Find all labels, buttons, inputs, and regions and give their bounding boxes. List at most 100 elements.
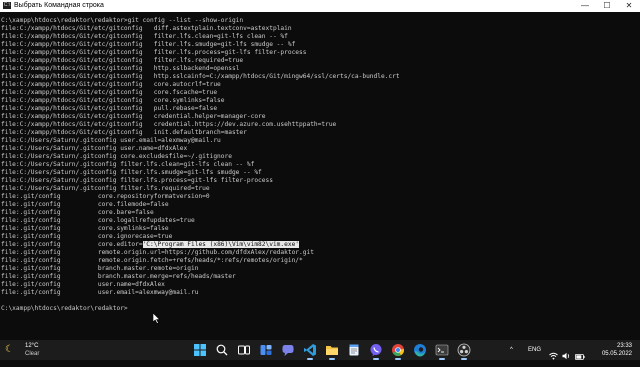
- console-line-text: file:C:/xampp/htdocs/Git/etc/gitconfig c…: [1, 97, 225, 104]
- console-line: file:.git/config core.editor='C:\Program…: [1, 241, 632, 249]
- console-line-text: file:.git/config core.bare=false: [1, 209, 154, 216]
- console-line: file:.git/config core.repositoryformatve…: [1, 193, 632, 201]
- console-line-text: C:\xampp\htdocs\redaktor\redaktor>: [1, 305, 128, 312]
- task-view-icon[interactable]: [237, 343, 251, 357]
- file-explorer-icon[interactable]: [325, 343, 339, 357]
- language-indicator[interactable]: ENG: [528, 340, 541, 360]
- moon-icon: ☾: [5, 344, 14, 355]
- console-line: file:.git/config remote.origin.url=https…: [1, 249, 632, 257]
- weather-condition: Clear: [25, 351, 40, 357]
- console-line: file:C:/xampp/htdocs/Git/etc/gitconfig c…: [1, 113, 632, 121]
- tray-overflow-icon[interactable]: ^: [510, 340, 513, 360]
- console-line-text: file:C:/xampp/htdocs/Git/etc/gitconfig f…: [1, 57, 244, 64]
- console-line: file:.git/config user.email=alexmway@mai…: [1, 289, 632, 297]
- console-line: file:C:/Users/Saturn/.gitconfig filter.l…: [1, 169, 632, 177]
- console-line-text: file:.git/config core.filemode=false: [1, 201, 169, 208]
- console-line: file:C:/xampp/htdocs/Git/etc/gitconfig f…: [1, 41, 632, 49]
- console-line: file:C:/xampp/htdocs/Git/etc/gitconfig c…: [1, 81, 632, 89]
- console-line-text: file:C:/xampp/htdocs/Git/etc/gitconfig c…: [1, 113, 266, 120]
- console-line: file:C:/xampp/htdocs/Git/etc/gitconfig c…: [1, 97, 632, 105]
- battery-icon[interactable]: [575, 347, 585, 367]
- console-line: file:.git/config branch.master.merge=ref…: [1, 273, 632, 281]
- widgets-icon[interactable]: [259, 343, 273, 357]
- vscode-icon[interactable]: [303, 343, 317, 357]
- console-line: file:C:/xampp/htdocs/Git/etc/gitconfig p…: [1, 105, 632, 113]
- console-line-text: file:C:/xampp/htdocs/Git/etc/gitconfig c…: [1, 121, 337, 128]
- console-line-text: file:C:/xampp/htdocs/Git/etc/gitconfig p…: [1, 105, 218, 112]
- console-line: file:C:/xampp/htdocs/Git/etc/gitconfig d…: [1, 25, 632, 33]
- console-line: file:C:/Users/Saturn/.gitconfig user.nam…: [1, 145, 632, 153]
- search-icon[interactable]: [215, 343, 229, 357]
- console-line-text: file:.git/config core.ignorecase=true: [1, 233, 173, 240]
- console-line-text: file:C:/xampp/htdocs/Git/etc/gitconfig d…: [1, 25, 292, 32]
- minimize-button[interactable]: —: [574, 0, 596, 12]
- taskbar: ☾ 12°C Clear ^ ENG 23:33 05.05.2022: [0, 340, 640, 360]
- console-line: C:\xampp\htdocs\redaktor\redaktor>git co…: [1, 17, 632, 25]
- console-line: file:C:/xampp/htdocs/Git/etc/gitconfig h…: [1, 65, 632, 73]
- console-line: file:.git/config core.ignorecase=true: [1, 233, 632, 241]
- console-line-text: C:\xampp\htdocs\redaktor\redaktor>git co…: [1, 17, 244, 24]
- system-clock[interactable]: 23:33 05.05.2022: [602, 342, 632, 358]
- chat-icon[interactable]: [281, 343, 295, 357]
- console-line: file:C:/xampp/htdocs/Git/etc/gitconfig f…: [1, 33, 632, 41]
- console-output[interactable]: C:\xampp\htdocs\redaktor\redaktor>git co…: [0, 13, 632, 340]
- console-line: file:C:/Users/Saturn/.gitconfig user.ema…: [1, 137, 632, 145]
- start-icon[interactable]: [193, 343, 207, 357]
- wifi-icon[interactable]: [549, 346, 558, 366]
- console-line: file:.git/config core.filemode=false: [1, 201, 632, 209]
- console-line-text: file:C:/xampp/htdocs/Git/etc/gitconfig c…: [1, 89, 218, 96]
- console-line-text: file:C:/xampp/htdocs/Git/etc/gitconfig f…: [1, 49, 307, 56]
- console-line: file:.git/config core.logallrefupdates=t…: [1, 217, 632, 225]
- console-line: file:C:/Users/Saturn/.gitconfig filter.l…: [1, 185, 632, 193]
- console-line: file:C:/xampp/htdocs/Git/etc/gitconfig f…: [1, 57, 632, 65]
- console-line-text: file:C:/xampp/htdocs/Git/etc/gitconfig f…: [1, 41, 296, 48]
- close-button[interactable]: ✕: [618, 0, 640, 12]
- console-line-text: file:C:/xampp/htdocs/Git/etc/gitconfig c…: [1, 81, 221, 88]
- console-line-text: file:.git/config remote.origin.url=https…: [1, 249, 314, 256]
- console-line: file:C:/xampp/htdocs/Git/etc/gitconfig c…: [1, 89, 632, 97]
- window-titlebar: C:\ Выбрать Командная строка — ☐ ✕: [0, 0, 640, 12]
- console-line-text: file:.git/config user.name=dfdxAlex: [1, 281, 165, 288]
- console-line-text: file:.git/config user.email=alexmway@mai…: [1, 289, 199, 296]
- console-line-text: file:.git/config core.editor=: [1, 241, 143, 248]
- console-line-text: file:C:/Users/Saturn/.gitconfig filter.l…: [1, 177, 273, 184]
- console-line: file:C:/xampp/htdocs/Git/etc/gitconfig f…: [1, 49, 632, 57]
- console-prompt: C:\xampp\htdocs\redaktor\redaktor>: [1, 305, 632, 313]
- console-line: file:C:/Users/Saturn/.gitconfig filter.l…: [1, 161, 632, 169]
- console-line-text: file:C:/Users/Saturn/.gitconfig filter.l…: [1, 161, 255, 168]
- console-line: file:.git/config core.symlinks=false: [1, 225, 632, 233]
- viber-icon[interactable]: [369, 343, 383, 357]
- console-line: file:C:/Users/Saturn/.gitconfig core.exc…: [1, 153, 632, 161]
- console-line-text: file:.git/config core.repositoryformatve…: [1, 193, 210, 200]
- console-line: file:.git/config branch.master.remote=or…: [1, 265, 632, 273]
- console-line-text: file:C:/Users/Saturn/.gitconfig core.exc…: [1, 153, 232, 160]
- console-line-text: file:C:/Users/Saturn/.gitconfig filter.l…: [1, 169, 262, 176]
- window-title: Выбрать Командная строка: [14, 2, 104, 9]
- volume-icon[interactable]: [562, 346, 571, 366]
- edge-icon[interactable]: [413, 343, 427, 357]
- console-scrollbar[interactable]: [632, 13, 640, 340]
- obs-icon[interactable]: [457, 343, 471, 357]
- console-line: file:.git/config user.name=dfdxAlex: [1, 281, 632, 289]
- console-line-text: file:.git/config branch.master.remote=or…: [1, 265, 199, 272]
- console-line-text: file:C:/Users/Saturn/.gitconfig user.nam…: [1, 145, 188, 152]
- console-line: file:.git/config remote.origin.fetch=+re…: [1, 257, 632, 265]
- clock-time: 23:33: [616, 343, 632, 349]
- terminal-icon[interactable]: [435, 343, 449, 357]
- console-line-text: file:.git/config branch.master.merge=ref…: [1, 273, 236, 280]
- maximize-button[interactable]: ☐: [596, 0, 618, 12]
- selected-text: 'C:\Program Files (x86)\Vim\vim82\vim.ex…: [142, 241, 300, 248]
- chrome-icon[interactable]: [391, 343, 405, 357]
- console-line-text: file:C:/xampp/htdocs/Git/etc/gitconfig f…: [1, 33, 288, 40]
- weather-temperature: 12°C: [25, 343, 39, 349]
- console-line-text: file:.git/config core.symlinks=false: [1, 225, 169, 232]
- console-line: file:C:/xampp/htdocs/Git/etc/gitconfig h…: [1, 73, 632, 81]
- console-line: file:.git/config core.bare=false: [1, 209, 632, 217]
- mouse-pointer-icon: [153, 313, 161, 324]
- notepad-icon[interactable]: [347, 343, 361, 357]
- console-line: file:C:/Users/Saturn/.gitconfig filter.l…: [1, 177, 632, 185]
- console-line-text: file:C:/xampp/htdocs/Git/etc/gitconfig i…: [1, 129, 247, 136]
- cmd-icon: C:\: [3, 2, 11, 9]
- console-line: file:C:/xampp/htdocs/Git/etc/gitconfig c…: [1, 121, 632, 129]
